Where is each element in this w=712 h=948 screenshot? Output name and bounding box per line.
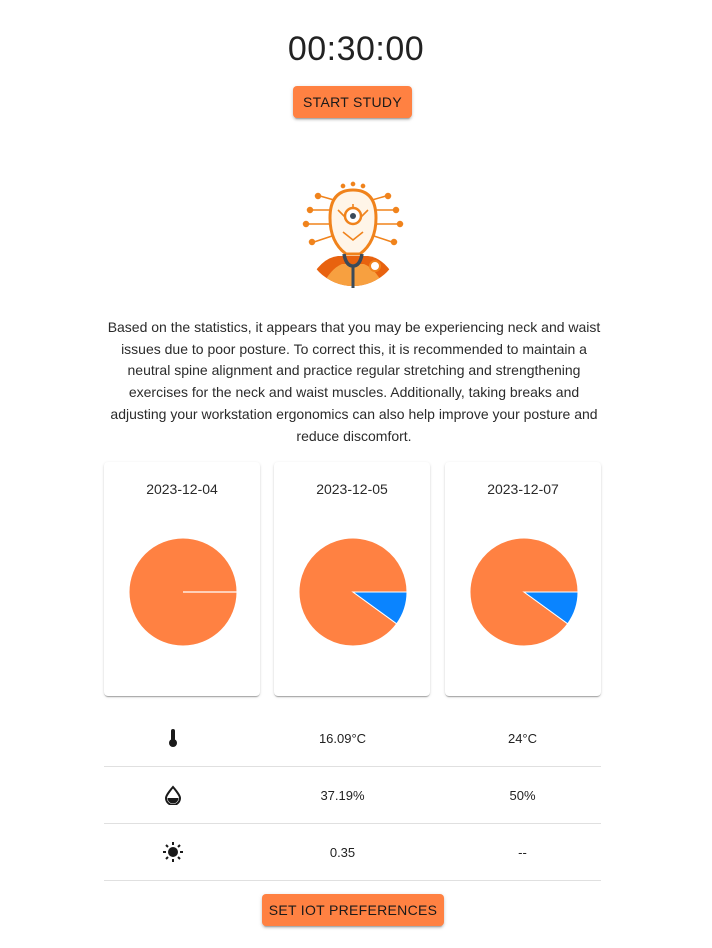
brightness-value: 0.35	[329, 844, 356, 860]
day-chart-card: 2023-12-04	[104, 462, 260, 696]
chart-date: 2023-12-07	[487, 481, 559, 497]
thermometer-icon	[104, 710, 241, 766]
humidity-target: 50%	[509, 787, 536, 803]
brightness-icon	[104, 824, 241, 880]
posture-head-logo-icon	[298, 180, 408, 292]
timer-display: 00:30:00	[287, 30, 425, 68]
table-row: 0.35 --	[104, 824, 601, 881]
start-study-button[interactable]: START STUDY	[293, 86, 412, 118]
posture-advice-text: Based on the statistics, it appears that…	[107, 319, 601, 444]
day-chart-card: 2023-12-07	[445, 462, 601, 696]
chart-date: 2023-12-05	[316, 481, 388, 497]
posture-pie-chart	[128, 537, 238, 647]
posture-pie-chart	[298, 537, 408, 647]
temperature-value: 16.09°C	[318, 730, 367, 746]
chart-date: 2023-12-04	[146, 481, 218, 497]
set-iot-preferences-button[interactable]: SET IOT PREFERENCES	[262, 894, 444, 926]
environment-stats-table: 16.09°C 24°C 37.19% 50% 0.35 --	[104, 710, 601, 881]
humidity-value: 37.19%	[320, 787, 365, 803]
posture-pie-chart	[469, 537, 579, 647]
day-chart-card: 2023-12-05	[274, 462, 430, 696]
temperature-target: 24°C	[507, 730, 538, 746]
table-row: 37.19% 50%	[104, 767, 601, 824]
humidity-icon	[104, 767, 241, 823]
table-row: 16.09°C 24°C	[104, 710, 601, 767]
brightness-target: --	[518, 844, 527, 860]
